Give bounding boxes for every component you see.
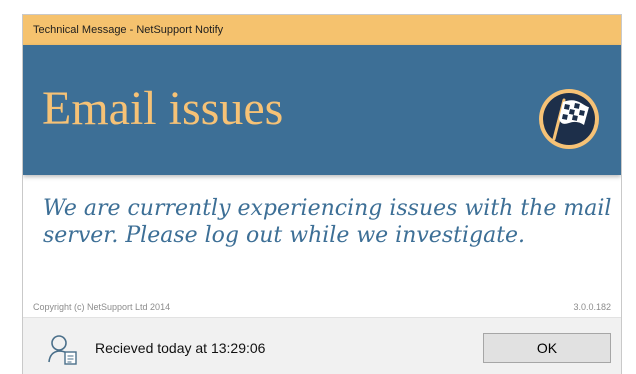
version-text: 3.0.0.182 [573, 302, 611, 312]
footer: Recieved today at 13:29:06 OK [23, 317, 621, 374]
notification-window: Technical Message - NetSupport Notify Em… [22, 14, 622, 374]
title-bar[interactable]: Technical Message - NetSupport Notify [23, 15, 621, 45]
checkered-flag-icon [539, 89, 599, 149]
copyright-text: Copyright (c) NetSupport Ltd 2014 [33, 302, 171, 312]
user-message-icon [48, 335, 77, 365]
meta-row: Copyright (c) NetSupport Ltd 2014 3.0.0.… [23, 297, 621, 317]
ok-button[interactable]: OK [483, 333, 611, 363]
header-banner: Email issues [23, 45, 621, 175]
message-body: We are currently experiencing issues wit… [43, 196, 612, 248]
window-title: Technical Message - NetSupport Notify [33, 24, 224, 36]
message-heading: Email issues [42, 82, 284, 135]
received-timestamp: Recieved today at 13:29:06 [95, 340, 266, 356]
